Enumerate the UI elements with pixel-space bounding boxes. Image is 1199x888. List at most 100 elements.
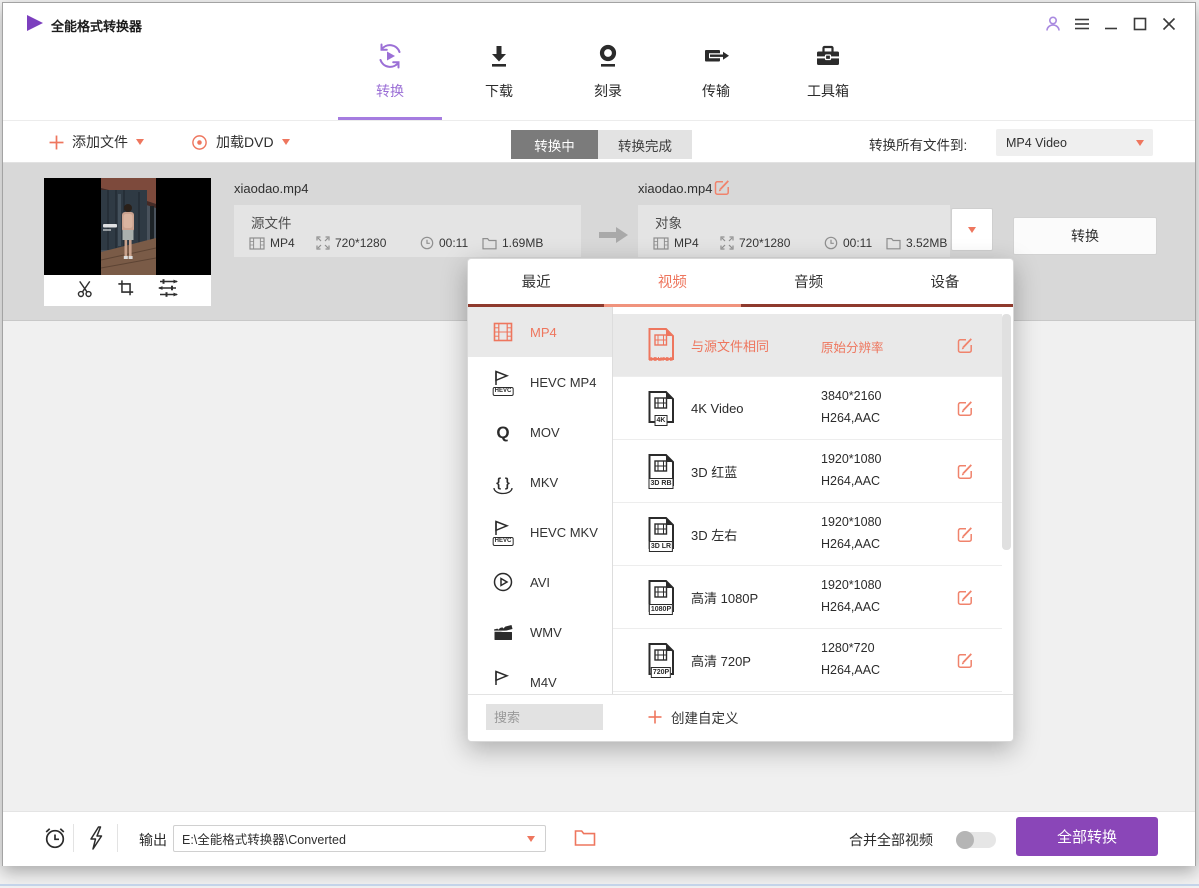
schedule-alarm-icon[interactable] bbox=[42, 825, 68, 856]
preset-same-as-source[interactable]: source 与源文件相同 原始分辨率 bbox=[613, 314, 1002, 377]
source-file-icon: source bbox=[646, 327, 676, 363]
target-info-box: 对象 MP4 720*1280 00:11 3.52MB bbox=[638, 205, 950, 257]
merge-all-toggle[interactable] bbox=[956, 832, 996, 848]
menu-icon[interactable] bbox=[1072, 14, 1092, 34]
tab-toolbox[interactable]: 工具箱 bbox=[784, 41, 872, 99]
footer-bar: 输出 E:\全能格式转换器\Converted 合并全部视频 全部转换 bbox=[3, 811, 1195, 866]
tab-download[interactable]: 下载 bbox=[455, 41, 543, 99]
preset-hd-720p[interactable]: 720P 高清 720P 1280*720 H264,AAC bbox=[613, 629, 1002, 692]
target-filename: xiaodao.mp4 bbox=[638, 181, 712, 196]
folder-icon bbox=[886, 237, 901, 250]
mkv-braces-icon: { } bbox=[490, 469, 516, 495]
clock-icon bbox=[824, 236, 838, 250]
clock-icon bbox=[420, 236, 434, 250]
source-info-box: 源文件 MP4 720*1280 00:11 1.69MB bbox=[234, 205, 581, 257]
video-preview-image bbox=[44, 178, 211, 275]
edit-preset-icon[interactable] bbox=[956, 651, 974, 674]
popup-tab-device[interactable]: 设备 bbox=[877, 259, 1013, 307]
convert-icon bbox=[375, 41, 405, 76]
popup-tabs: 最近 视频 音频 设备 bbox=[468, 259, 1013, 307]
source-filename: xiaodao.mp4 bbox=[234, 181, 308, 196]
account-icon[interactable] bbox=[1043, 14, 1063, 34]
high-speed-icon[interactable] bbox=[88, 825, 104, 856]
target-format-dropdown-button[interactable] bbox=[951, 208, 993, 251]
tab-burn[interactable]: 刻录 bbox=[564, 41, 652, 99]
convert-all-to-select[interactable]: MP4 Video bbox=[996, 129, 1153, 156]
format-item-m4v[interactable]: M4V bbox=[468, 657, 612, 694]
preset-hd-1080p[interactable]: 1080P 高清 1080P 1920*1080 H264,AAC bbox=[613, 566, 1002, 629]
open-folder-button[interactable] bbox=[574, 829, 596, 852]
format-item-hevc-mkv[interactable]: HEVC HEVC MKV bbox=[468, 507, 612, 557]
effects-sliders-icon[interactable] bbox=[157, 278, 179, 303]
thumbnail-actions bbox=[44, 275, 211, 306]
burn-disc-icon bbox=[595, 41, 621, 76]
plus-icon bbox=[648, 710, 662, 724]
preset-file-icon: 4K bbox=[646, 390, 676, 426]
source-duration: 00:11 bbox=[420, 236, 468, 250]
source-section-label: 源文件 bbox=[251, 212, 292, 232]
filmstrip-icon bbox=[490, 319, 516, 345]
format-item-wmv[interactable]: WMV bbox=[468, 607, 612, 657]
edit-preset-icon[interactable] bbox=[956, 588, 974, 611]
tab-transfer[interactable]: 传输 bbox=[672, 41, 760, 99]
tab-converting[interactable]: 转换中 bbox=[511, 130, 598, 159]
film-icon bbox=[653, 237, 669, 250]
edit-preset-icon[interactable] bbox=[956, 525, 974, 548]
trim-scissors-icon[interactable] bbox=[76, 279, 95, 303]
edit-preset-icon[interactable] bbox=[956, 462, 974, 485]
tab-toolbox-label: 工具箱 bbox=[807, 81, 849, 101]
close-button[interactable] bbox=[1159, 14, 1179, 34]
tab-convert[interactable]: 转换 bbox=[346, 41, 434, 99]
screen: 全能格式转换器 bbox=[0, 0, 1199, 888]
preset-4k-video[interactable]: 4K 4K Video 3840*2160 H264,AAC bbox=[613, 377, 1002, 440]
preset-file-icon: 720P bbox=[646, 642, 676, 678]
format-item-mov[interactable]: Q MOV bbox=[468, 407, 612, 457]
tab-burn-label: 刻录 bbox=[594, 81, 622, 101]
rename-edit-icon[interactable] bbox=[713, 178, 731, 201]
hevc-flag-icon: HEVC bbox=[490, 369, 516, 395]
add-files-label: 添加文件 bbox=[72, 132, 128, 152]
format-item-avi[interactable]: AVI bbox=[468, 557, 612, 607]
crop-icon[interactable] bbox=[117, 279, 135, 302]
preset-file-icon: 1080P bbox=[646, 579, 676, 615]
window-controls bbox=[1043, 14, 1179, 34]
clapperboard-icon bbox=[490, 619, 516, 645]
resolution-icon bbox=[316, 236, 330, 250]
format-item-mp4[interactable]: MP4 bbox=[468, 307, 612, 357]
popup-tab-audio[interactable]: 音频 bbox=[741, 259, 877, 307]
popup-tab-recent[interactable]: 最近 bbox=[468, 259, 604, 307]
format-item-mkv[interactable]: { } MKV bbox=[468, 457, 612, 507]
hevc-flag-icon: HEVC bbox=[490, 519, 516, 545]
convert-all-to-value: MP4 Video bbox=[1006, 136, 1067, 150]
format-search-input[interactable] bbox=[486, 704, 603, 730]
source-size: 1.69MB bbox=[482, 236, 543, 250]
preset-3d-leftright[interactable]: 3D LR 3D 左右 1920*1080 H264,AAC bbox=[613, 503, 1002, 566]
edit-preset-icon[interactable] bbox=[956, 336, 974, 359]
target-format: MP4 bbox=[653, 236, 699, 250]
folder-icon bbox=[482, 237, 497, 250]
popup-tab-video[interactable]: 视频 bbox=[604, 259, 740, 307]
convert-all-button[interactable]: 全部转换 bbox=[1016, 817, 1158, 856]
toolbar: 添加文件 加载DVD 转换中 转换完成 转换所有文件到: MP4 Video bbox=[3, 121, 1195, 163]
popup-scrollbar-thumb[interactable] bbox=[1002, 314, 1011, 550]
quicktime-icon: Q bbox=[490, 419, 516, 445]
maximize-button[interactable] bbox=[1130, 14, 1150, 34]
minimize-button[interactable] bbox=[1101, 14, 1121, 34]
target-duration: 00:11 bbox=[824, 236, 872, 250]
tab-finished[interactable]: 转换完成 bbox=[598, 130, 692, 159]
m4v-flag-icon bbox=[490, 669, 516, 694]
film-icon bbox=[249, 237, 265, 250]
format-list: MP4 HEVC HEVC MP4 Q MOV { } bbox=[468, 307, 612, 694]
output-label: 输出 bbox=[139, 830, 167, 850]
output-path-select[interactable]: E:\全能格式转换器\Converted bbox=[173, 825, 546, 852]
format-item-hevc-mp4[interactable]: HEVC HEVC MP4 bbox=[468, 357, 612, 407]
convert-row-button[interactable]: 转换 bbox=[1013, 217, 1157, 255]
preset-3d-redblue[interactable]: 3D RB 3D 红蓝 1920*1080 H264,AAC bbox=[613, 440, 1002, 503]
convert-all-to-caret-icon bbox=[1136, 140, 1144, 146]
edit-preset-icon[interactable] bbox=[956, 399, 974, 422]
load-dvd-button[interactable]: 加载DVD bbox=[191, 121, 290, 163]
add-files-button[interactable]: 添加文件 bbox=[49, 121, 144, 163]
dvd-icon bbox=[191, 134, 208, 151]
app-window: 全能格式转换器 bbox=[2, 2, 1196, 866]
create-custom-button[interactable]: 创建自定义 bbox=[648, 707, 739, 727]
